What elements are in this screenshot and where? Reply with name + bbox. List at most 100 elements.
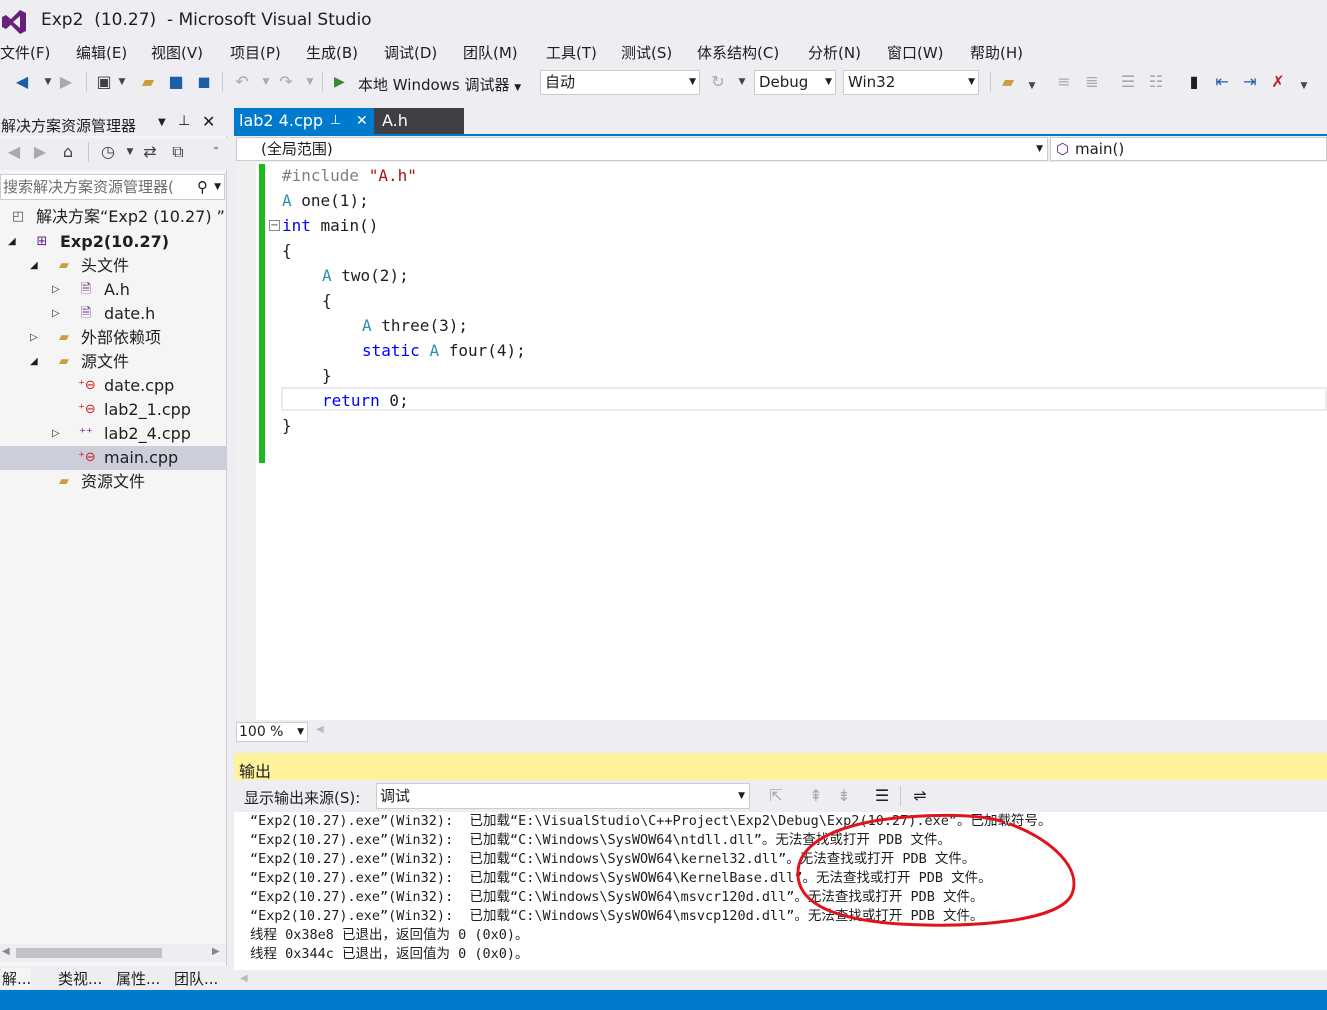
clear-all-icon[interactable]: ☰ bbox=[872, 786, 892, 806]
undo-icon[interactable]: ↶ bbox=[232, 72, 252, 92]
expanded-triangle-icon[interactable]: ◢ bbox=[30, 350, 38, 374]
tab-class-view[interactable]: 类视... bbox=[58, 968, 102, 989]
menu-test[interactable]: 测试(S) bbox=[621, 42, 672, 66]
find-message-in-code-icon[interactable]: ⇱ bbox=[766, 786, 786, 806]
scroll-right-icon[interactable]: ▶ bbox=[212, 946, 220, 957]
pane-splitter[interactable] bbox=[234, 743, 1327, 753]
tree-item-a-h[interactable]: ▷ 🗎 A.h bbox=[0, 278, 226, 302]
format-indent-icon[interactable]: ≡ bbox=[1054, 72, 1074, 92]
tab-a-h[interactable]: A.h bbox=[374, 108, 464, 134]
redo-dropdown-icon[interactable]: ▼ bbox=[300, 72, 320, 92]
tab-solution-explorer[interactable]: 解... bbox=[2, 968, 32, 989]
sync-icon[interactable]: ⇄ bbox=[140, 142, 160, 162]
next-message-icon[interactable]: ⇟ bbox=[834, 786, 854, 806]
search-options-dropdown-icon[interactable]: ▼ bbox=[214, 175, 221, 199]
forward-icon[interactable]: ▶ bbox=[30, 142, 50, 162]
tree-item-lab2-1-cpp[interactable]: ⁺⊖ lab2_1.cpp bbox=[0, 398, 226, 422]
solution-mode-combo[interactable]: 自动 ▼ bbox=[540, 70, 700, 95]
code-editor[interactable] bbox=[236, 162, 1327, 720]
filter-dropdown-icon[interactable]: ▼ bbox=[120, 142, 140, 162]
solution-search-input[interactable]: 搜索解决方案资源管理器( ⚲ ▼ bbox=[0, 174, 225, 200]
menu-team[interactable]: 团队(M) bbox=[463, 42, 518, 66]
undo-dropdown-icon[interactable]: ▼ bbox=[256, 72, 276, 92]
zoom-combo[interactable]: 100 % ▼ bbox=[236, 722, 308, 742]
home-icon[interactable]: ⌂ bbox=[58, 142, 78, 162]
scrollbar-thumb[interactable] bbox=[16, 948, 162, 958]
configuration-combo[interactable]: Debug ▼ bbox=[754, 70, 836, 95]
platform-combo[interactable]: Win32 ▼ bbox=[843, 70, 979, 95]
back-icon[interactable]: ◀ bbox=[4, 142, 24, 162]
tab-properties[interactable]: 属性... bbox=[116, 968, 160, 989]
clear-bookmarks-icon[interactable]: ✗ bbox=[1268, 72, 1288, 92]
new-project-icon[interactable]: ▣ bbox=[94, 72, 114, 92]
toggle-word-wrap-icon[interactable]: ⇌ bbox=[910, 786, 930, 806]
tree-item-header-files[interactable]: ◢ ▰ 头文件 bbox=[0, 254, 226, 278]
tree-item-external-dependencies[interactable]: ▷ ▰ 外部依赖项 bbox=[0, 326, 226, 350]
tree-item-date-h[interactable]: ▷ 🗎 date.h bbox=[0, 302, 226, 326]
collapse-outline-icon[interactable]: − bbox=[269, 220, 280, 231]
scope-dropdown[interactable]: (全局范围) ▼ bbox=[236, 137, 1048, 161]
tree-item-main-cpp[interactable]: ⁺⊖ main.cpp bbox=[0, 446, 226, 470]
toolbar-overflow-icon[interactable]: ▼ bbox=[1022, 76, 1042, 96]
tree-item-lab2-4-cpp[interactable]: ▷ ⁺⁺ lab2_4.cpp bbox=[0, 422, 226, 446]
menu-analyze[interactable]: 分析(N) bbox=[808, 42, 861, 66]
menu-view[interactable]: 视图(V) bbox=[151, 42, 203, 66]
menu-window[interactable]: 窗口(W) bbox=[887, 42, 944, 66]
panel-menu-icon[interactable]: ▼ bbox=[158, 117, 166, 128]
more-icon[interactable]: ” bbox=[206, 142, 226, 162]
menu-edit[interactable]: 编辑(E) bbox=[76, 42, 127, 66]
close-icon[interactable]: ✕ bbox=[356, 108, 368, 134]
expanded-triangle-icon[interactable]: ◢ bbox=[30, 254, 38, 278]
tab-lab2-4-cpp[interactable]: lab2 4.cpp ⊥ ✕ bbox=[234, 108, 374, 134]
comment-icon[interactable]: ☰ bbox=[1118, 72, 1138, 92]
start-debugger-button[interactable]: 本地 Windows 调试器 ▼ bbox=[358, 74, 521, 95]
menu-build[interactable]: 生成(B) bbox=[306, 42, 358, 66]
next-bookmark-icon[interactable]: ⇥ bbox=[1240, 72, 1260, 92]
collapse-all-icon[interactable]: ⧉ bbox=[168, 142, 188, 162]
refresh-dropdown-icon[interactable]: ▼ bbox=[732, 72, 752, 92]
previous-message-icon[interactable]: ⇞ bbox=[806, 786, 826, 806]
pin-icon[interactable]: ⊥ bbox=[178, 113, 190, 129]
member-dropdown[interactable]: ⬡ main() bbox=[1050, 137, 1327, 161]
navigate-back-icon[interactable]: ◀ bbox=[12, 72, 32, 92]
format-outdent-icon[interactable]: ≣ bbox=[1082, 72, 1102, 92]
output-horizontal-scrollbar[interactable] bbox=[234, 970, 1327, 990]
menu-file[interactable]: 文件(F) bbox=[0, 42, 50, 66]
collapsed-triangle-icon[interactable]: ▷ bbox=[52, 278, 60, 302]
tree-item-date-cpp[interactable]: ⁺⊖ date.cpp bbox=[0, 374, 226, 398]
uncomment-icon[interactable]: ☷ bbox=[1146, 72, 1166, 92]
previous-bookmark-icon[interactable]: ⇤ bbox=[1212, 72, 1232, 92]
menu-debug[interactable]: 调试(D) bbox=[384, 42, 437, 66]
scroll-left-icon[interactable]: ◀ bbox=[2, 946, 10, 957]
close-icon[interactable]: ✕ bbox=[202, 112, 215, 131]
collapsed-triangle-icon[interactable]: ▷ bbox=[52, 422, 60, 446]
menu-tools[interactable]: 工具(T) bbox=[546, 42, 597, 66]
tree-item-project[interactable]: ◢ ⊞ Exp2(10.27) bbox=[0, 230, 226, 254]
menu-architecture[interactable]: 体系结构(C) bbox=[697, 42, 779, 66]
tree-item-resource-files[interactable]: ▰ 资源文件 bbox=[0, 470, 226, 494]
pending-changes-filter-icon[interactable]: ◷ bbox=[98, 142, 118, 162]
collapsed-triangle-icon[interactable]: ▷ bbox=[52, 302, 60, 326]
back-dropdown-icon[interactable]: ▼ bbox=[38, 72, 58, 92]
navigate-forward-icon[interactable]: ▶ bbox=[56, 72, 76, 92]
tree-item-solution[interactable]: ◰ 解决方案“Exp2 (10.27) ”( bbox=[0, 205, 226, 229]
save-all-icon[interactable]: ◼ bbox=[194, 72, 214, 92]
output-source-combo[interactable]: 调试 ▼ bbox=[376, 783, 750, 809]
bookmark-icon[interactable]: ▮ bbox=[1184, 72, 1204, 92]
find-in-files-icon[interactable]: ▰ bbox=[998, 72, 1018, 92]
redo-icon[interactable]: ↷ bbox=[276, 72, 296, 92]
collapsed-triangle-icon[interactable]: ▷ bbox=[30, 326, 38, 350]
scroll-left-icon[interactable]: ◀ bbox=[316, 724, 324, 735]
toolbar-overflow-icon-2[interactable]: ▼ bbox=[1294, 76, 1314, 96]
pin-icon[interactable]: ⊥ bbox=[330, 108, 341, 134]
menu-help[interactable]: 帮助(H) bbox=[970, 42, 1023, 66]
new-dropdown-icon[interactable]: ▼ bbox=[112, 72, 132, 92]
expanded-triangle-icon[interactable]: ◢ bbox=[8, 230, 16, 254]
refresh-icon[interactable]: ↻ bbox=[708, 72, 728, 92]
open-folder-icon[interactable]: ▰ bbox=[138, 72, 158, 92]
save-icon[interactable]: ■ bbox=[166, 72, 186, 92]
start-debugging-icon[interactable]: ▶ bbox=[334, 74, 348, 90]
tree-item-source-files[interactable]: ◢ ▰ 源文件 bbox=[0, 350, 226, 374]
scroll-left-icon[interactable]: ◀ bbox=[240, 973, 248, 984]
menu-project[interactable]: 项目(P) bbox=[230, 42, 281, 66]
